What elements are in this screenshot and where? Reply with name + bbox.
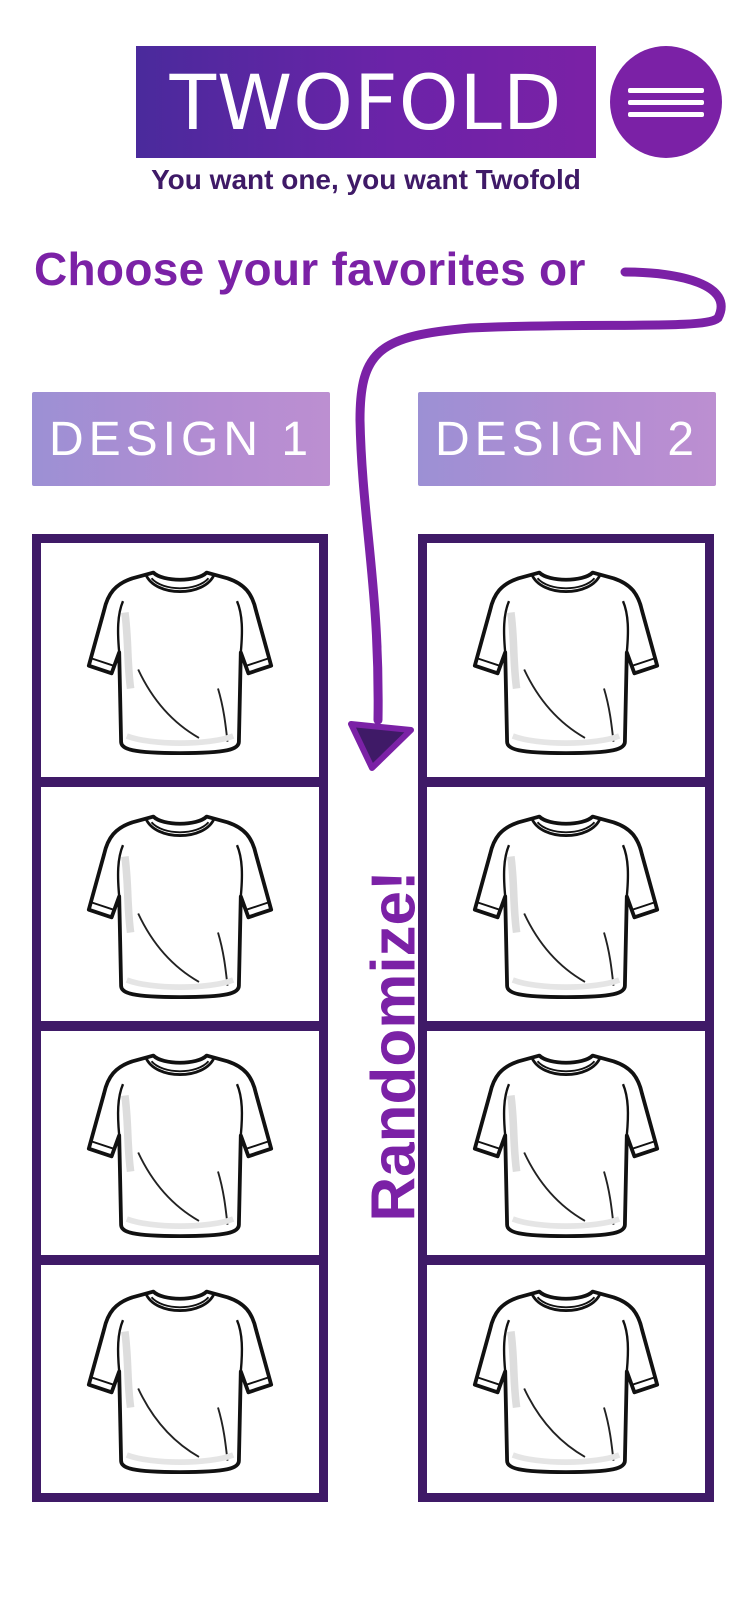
tshirt-icon — [85, 1038, 275, 1248]
design-2-label: DESIGN 2 — [434, 412, 700, 466]
design-2-shirt-2[interactable] — [427, 787, 705, 1021]
design-1-label: DESIGN 1 — [48, 412, 314, 466]
tshirt-icon — [85, 555, 275, 765]
tshirt-icon — [85, 799, 275, 1009]
tshirt-icon — [471, 555, 661, 765]
design-1-shirt-1[interactable] — [41, 543, 319, 777]
design-1-shirt-2[interactable] — [41, 787, 319, 1021]
design-1-button[interactable]: DESIGN 1 — [32, 392, 330, 486]
tshirt-icon — [471, 1038, 661, 1248]
randomize-label: Randomize! — [359, 870, 429, 1222]
design-1-shirt-4[interactable] — [41, 1265, 319, 1493]
design-2-shirt-4[interactable] — [427, 1265, 705, 1493]
tshirt-icon — [471, 799, 661, 1009]
design-1-column — [32, 534, 328, 1502]
tshirt-icon — [85, 1274, 275, 1484]
design-2-shirt-1[interactable] — [427, 543, 705, 777]
design-2-button[interactable]: DESIGN 2 — [418, 392, 716, 486]
design-1-shirt-3[interactable] — [41, 1031, 319, 1255]
tshirt-icon — [471, 1274, 661, 1484]
design-2-shirt-3[interactable] — [427, 1031, 705, 1255]
design-2-column — [418, 534, 714, 1502]
